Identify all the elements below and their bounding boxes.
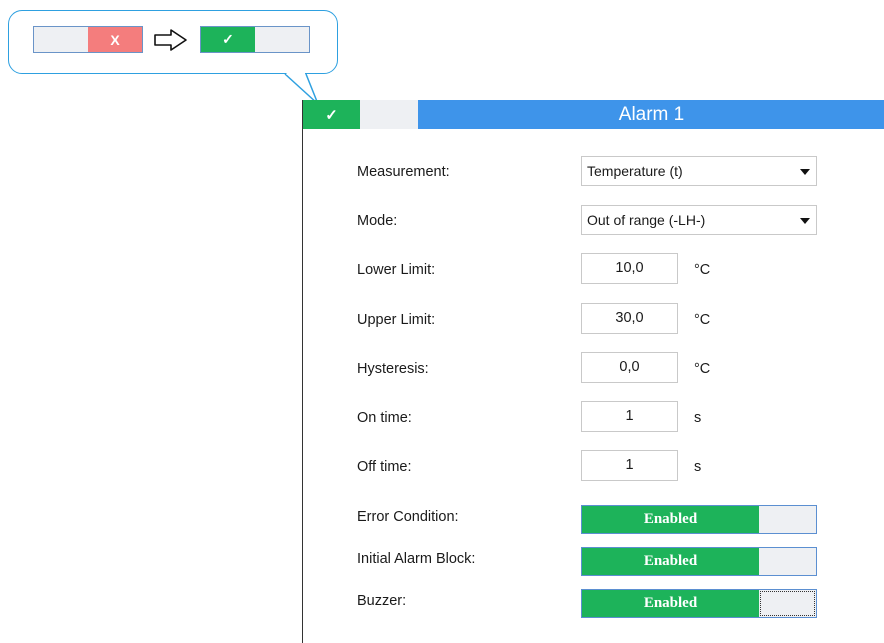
hysteresis-label: Hysteresis: [357,361,429,377]
lower-limit-label: Lower Limit: [357,262,436,278]
mode-value: Out of range (-LH-) [587,212,706,228]
toggle-on-blank-segment [255,27,309,52]
buzzer-state: Enabled [582,590,759,617]
error-condition-state: Enabled [582,506,759,533]
on-time-unit: s [694,410,702,426]
initial-alarm-block-toggle[interactable]: Enabled [581,547,817,576]
off-time-input[interactable]: 1 [581,450,678,481]
mode-label: Mode: [357,213,398,229]
on-time-label: On time: [357,410,412,426]
toggle-off-blank-segment [34,27,88,52]
hysteresis-unit: °C [694,361,711,377]
error-condition-toggle[interactable]: Enabled [581,505,817,534]
check-icon: ✓ [201,27,255,52]
panel-header: ✓ Alarm 1 [303,100,884,129]
on-time-input[interactable]: 1 [581,401,678,432]
error-condition-label: Error Condition: [357,509,459,525]
dropdown-caret-icon [800,169,810,175]
initial-alarm-block-label: Initial Alarm Block: [357,551,476,567]
toggle-off-segment[interactable] [360,100,418,129]
off-time-unit: s [694,459,702,475]
upper-limit-input[interactable]: 30,0 [581,303,678,334]
toggle-off-segment[interactable] [760,591,815,616]
measurement-label: Measurement: [357,164,450,180]
x-icon: X [88,27,142,52]
measurement-value: Temperature (t) [587,163,683,179]
alarm-enable-toggle[interactable]: ✓ [303,100,418,129]
initial-alarm-block-state: Enabled [582,548,759,575]
buzzer-toggle[interactable]: Enabled [581,589,817,618]
toggle-off-segment[interactable] [759,548,816,575]
measurement-select[interactable]: Temperature (t) [581,156,817,186]
lower-limit-unit: °C [694,262,711,278]
toggle-off-segment[interactable] [759,506,816,533]
lower-limit-input[interactable]: 10,0 [581,253,678,284]
off-time-label: Off time: [357,459,412,475]
check-icon: ✓ [303,100,360,129]
example-toggle-on: ✓ [200,26,310,53]
buzzer-label: Buzzer: [357,593,407,609]
right-arrow-icon [154,29,187,51]
upper-limit-unit: °C [694,312,711,328]
mode-select[interactable]: Out of range (-LH-) [581,205,817,235]
upper-limit-label: Upper Limit: [357,312,436,328]
hysteresis-input[interactable]: 0,0 [581,352,678,383]
dropdown-caret-icon [800,218,810,224]
panel-title: Alarm 1 [618,104,685,125]
example-toggle-off: X [33,26,143,53]
